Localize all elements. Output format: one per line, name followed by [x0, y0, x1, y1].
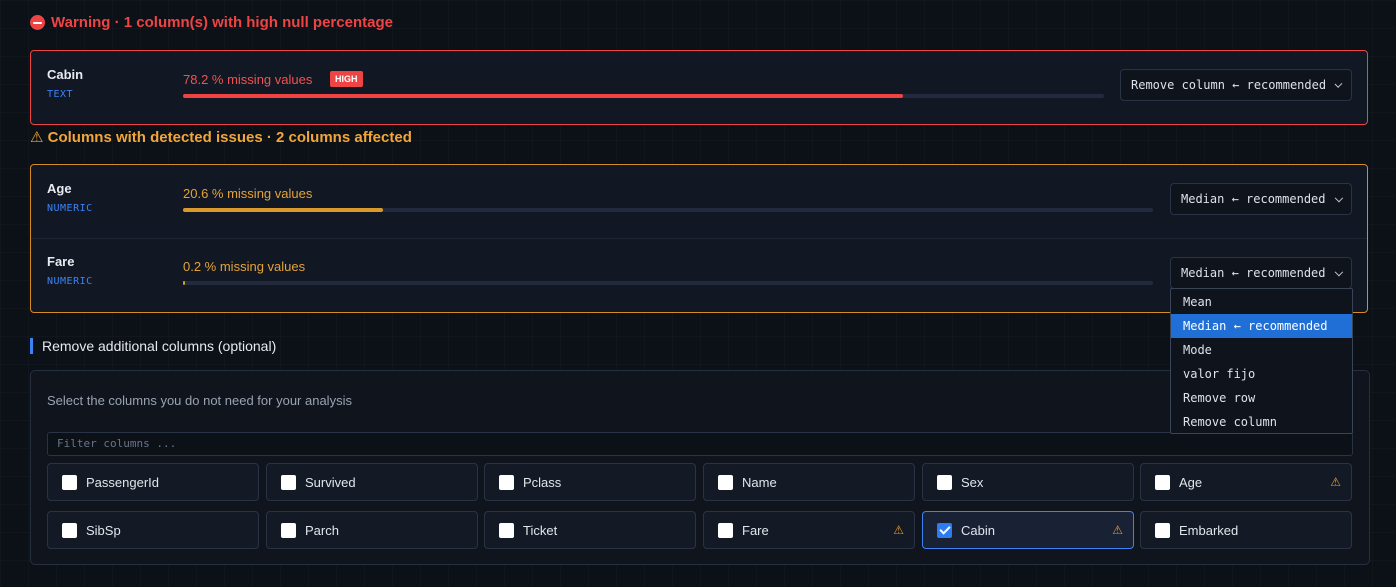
- dropdown-option[interactable]: Remove row: [1171, 386, 1352, 410]
- action-dropdown-list: Mean Median ← recommended Mode valor fijo Re…: [1170, 288, 1353, 434]
- warning-icon: ⚠: [1330, 475, 1341, 489]
- chevron-down-icon: [1334, 267, 1343, 276]
- issues-panel: Age NUMERIC 20.6 % missing values Median…: [30, 164, 1368, 313]
- column-chip-label: Name: [742, 474, 777, 490]
- high-null-warning-header: Warning · 1 column(s) with high null per…: [30, 14, 393, 31]
- column-chip-label: SibSp: [86, 522, 121, 538]
- column-chip-label: Age: [1179, 474, 1203, 490]
- checkbox[interactable]: [718, 522, 733, 538]
- column-chip-passengerid[interactable]: PassengerId: [47, 463, 259, 501]
- warning-icon: ⚠: [893, 523, 904, 537]
- warning-icon: ⚠: [1112, 523, 1123, 537]
- column-chip-sibsp[interactable]: SibSp: [47, 511, 259, 549]
- column-name: Fare: [47, 254, 75, 269]
- checkbox[interactable]: [499, 522, 514, 538]
- checkbox[interactable]: [1155, 522, 1170, 538]
- remove-columns-title: Remove additional columns (optional): [30, 338, 276, 354]
- action-select-value: Median ← recommended: [1181, 266, 1326, 280]
- action-select-age[interactable]: Median ← recommended: [1170, 183, 1352, 215]
- column-chip-pclass[interactable]: Pclass: [484, 463, 696, 501]
- dropdown-option[interactable]: Mode: [1171, 338, 1352, 362]
- chevron-down-icon: [1334, 79, 1343, 88]
- column-chip-name[interactable]: Name: [703, 463, 915, 501]
- column-chip-age[interactable]: Age ⚠: [1140, 463, 1352, 501]
- checkbox[interactable]: [937, 522, 952, 538]
- high-null-warning-title: Warning · 1 column(s) with high null per…: [51, 14, 393, 31]
- action-select-fare[interactable]: Median ← recommended: [1170, 257, 1352, 289]
- high-badge: HIGH: [330, 71, 363, 87]
- missing-progress-fill: [183, 208, 383, 212]
- column-name: Age: [47, 181, 72, 196]
- missing-progress-fill: [183, 281, 185, 285]
- column-issue-row-cabin: Cabin TEXT 78.2 % missing values HIGH Re…: [31, 51, 1367, 126]
- column-chip-label: Pclass: [523, 474, 562, 490]
- remove-columns-hint: Select the columns you do not need for y…: [47, 393, 352, 408]
- column-chip-label: Cabin: [961, 522, 995, 538]
- column-chip-label: Fare: [742, 522, 769, 538]
- issues-title: ⚠ Columns with detected issues · 2 colum…: [30, 129, 412, 146]
- dropdown-option[interactable]: valor fijo: [1171, 362, 1352, 386]
- missing-progress-bar: [183, 281, 1153, 285]
- column-chip-label: Parch: [305, 522, 339, 538]
- column-chip-parch[interactable]: Parch: [266, 511, 478, 549]
- missing-progress-bar: [183, 208, 1153, 212]
- column-chip-label: Embarked: [1179, 522, 1239, 538]
- column-type: NUMERIC: [47, 203, 93, 214]
- action-select-value: Remove column ← recommended: [1131, 78, 1327, 92]
- chevron-down-icon: [1334, 193, 1343, 202]
- issues-header: ⚠ Columns with detected issues · 2 colum…: [30, 128, 412, 146]
- column-chip-label: PassengerId: [86, 474, 159, 490]
- missing-percentage: 78.2 % missing values: [183, 72, 313, 87]
- stop-icon: [30, 15, 45, 30]
- column-issue-row-fare: Fare NUMERIC 0.2 % missing values Median…: [31, 238, 1367, 313]
- action-select-cabin[interactable]: Remove column ← recommended: [1120, 69, 1352, 101]
- column-issue-row-age: Age NUMERIC 20.6 % missing values Median…: [31, 165, 1367, 238]
- checkbox[interactable]: [1155, 474, 1170, 490]
- checkbox[interactable]: [499, 474, 514, 490]
- column-chip-label: Survived: [305, 474, 356, 490]
- filter-columns-input[interactable]: Filter columns ...: [47, 432, 1353, 456]
- dropdown-option[interactable]: Mean: [1171, 290, 1352, 314]
- column-chip-fare[interactable]: Fare ⚠: [703, 511, 915, 549]
- column-chip-ticket[interactable]: Ticket: [484, 511, 696, 549]
- checkbox[interactable]: [62, 522, 77, 538]
- high-null-panel: Cabin TEXT 78.2 % missing values HIGH Re…: [30, 50, 1368, 125]
- missing-progress-bar: [183, 94, 1104, 98]
- checkbox[interactable]: [281, 522, 296, 538]
- column-chip-embarked[interactable]: Embarked: [1140, 511, 1352, 549]
- remove-columns-panel: Select the columns you do not need for y…: [30, 370, 1370, 565]
- dropdown-option[interactable]: Remove column: [1171, 410, 1352, 434]
- column-name: Cabin: [47, 67, 84, 82]
- checkbox[interactable]: [937, 474, 952, 490]
- column-chip-sex[interactable]: Sex: [922, 463, 1134, 501]
- missing-progress-fill: [183, 94, 904, 98]
- column-chip-cabin[interactable]: Cabin ⚠: [922, 511, 1134, 549]
- dropdown-option[interactable]: Median ← recommended: [1171, 314, 1352, 338]
- missing-percentage: 20.6 % missing values: [183, 186, 313, 201]
- checkbox[interactable]: [718, 474, 733, 490]
- checkbox[interactable]: [281, 474, 296, 490]
- column-type: NUMERIC: [47, 276, 93, 287]
- action-select-value: Median ← recommended: [1181, 192, 1326, 206]
- missing-percentage: 0.2 % missing values: [183, 259, 306, 274]
- column-type: TEXT: [47, 89, 74, 100]
- column-chip-label: Ticket: [523, 522, 558, 538]
- column-chip-survived[interactable]: Survived: [266, 463, 478, 501]
- checkbox[interactable]: [62, 474, 77, 490]
- column-chip-label: Sex: [961, 474, 984, 490]
